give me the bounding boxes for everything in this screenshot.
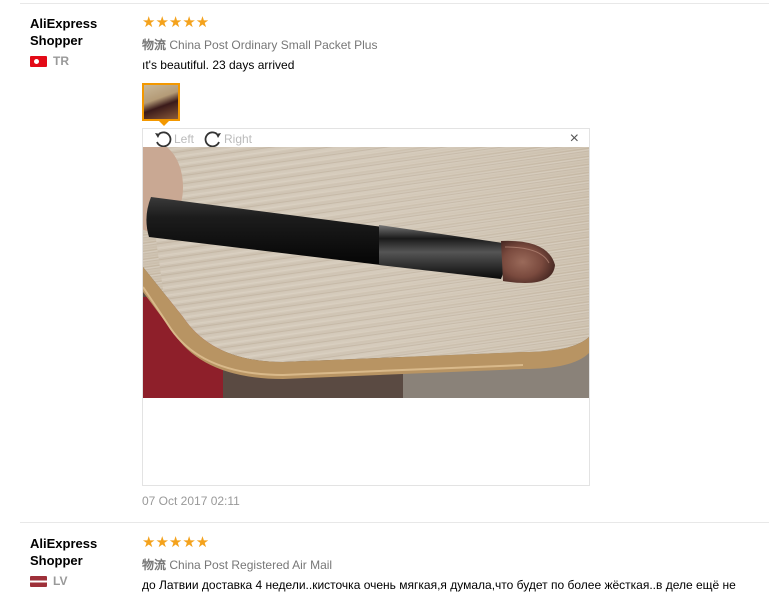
review-text: ıt's beautiful. 23 days arrived [142,58,295,72]
review-photo-thumbnail[interactable] [142,83,180,126]
user-name-line2: Shopper [30,33,83,48]
country-code: TR [53,54,69,68]
close-viewer-button[interactable]: × [570,129,579,149]
review-divider [20,522,769,523]
rotate-right-button[interactable]: Right [203,130,252,148]
makeup-brush-photo [143,147,589,398]
review-photo [143,147,589,398]
logistics-info: 物流 China Post Registered Air Mail [142,556,769,573]
top-divider [20,3,769,4]
star-rating: ★★★★★ [142,14,210,31]
viewer-toolbar: Left Right × [143,129,589,149]
user-name-line1: AliExpress [30,536,98,551]
review-content: ★★★★★ 物流 China Post Ordinary Small Packe… [142,15,769,72]
rotate-right-label: Right [224,132,253,146]
logistics-tag: 物流 [142,38,167,52]
rotate-left-label: Left [174,132,195,146]
review-text: до Латвии доставка 4 недели..кисточка оч… [142,578,736,592]
image-viewer: Left Right × [142,128,590,486]
user-country: TR [30,54,130,68]
logistics-method: China Post Registered Air Mail [169,558,333,572]
review-user: AliExpress Shopper TR [30,15,130,68]
review-date: 07 Oct 2017 02:11 [142,494,240,508]
star-rating: ★★★★★ [142,534,210,551]
rotate-left-button[interactable]: Left [153,130,194,148]
flag-lv-icon [30,575,47,587]
logistics-method: China Post Ordinary Small Packet Plus [169,38,378,52]
rotate-right-icon [204,131,221,148]
logistics-info: 物流 China Post Ordinary Small Packet Plus [142,36,769,53]
logistics-tag: 物流 [142,558,167,572]
user-name-line1: AliExpress [30,16,98,31]
user-name-line2: Shopper [30,553,83,568]
country-code: LV [53,574,68,588]
flag-tr-icon [30,55,47,67]
review-content: ★★★★★ 物流 China Post Registered Air Mail … [142,535,769,592]
rotate-left-icon [155,131,172,148]
review-user: AliExpress Shopper LV [30,535,130,588]
user-country: LV [30,574,130,588]
